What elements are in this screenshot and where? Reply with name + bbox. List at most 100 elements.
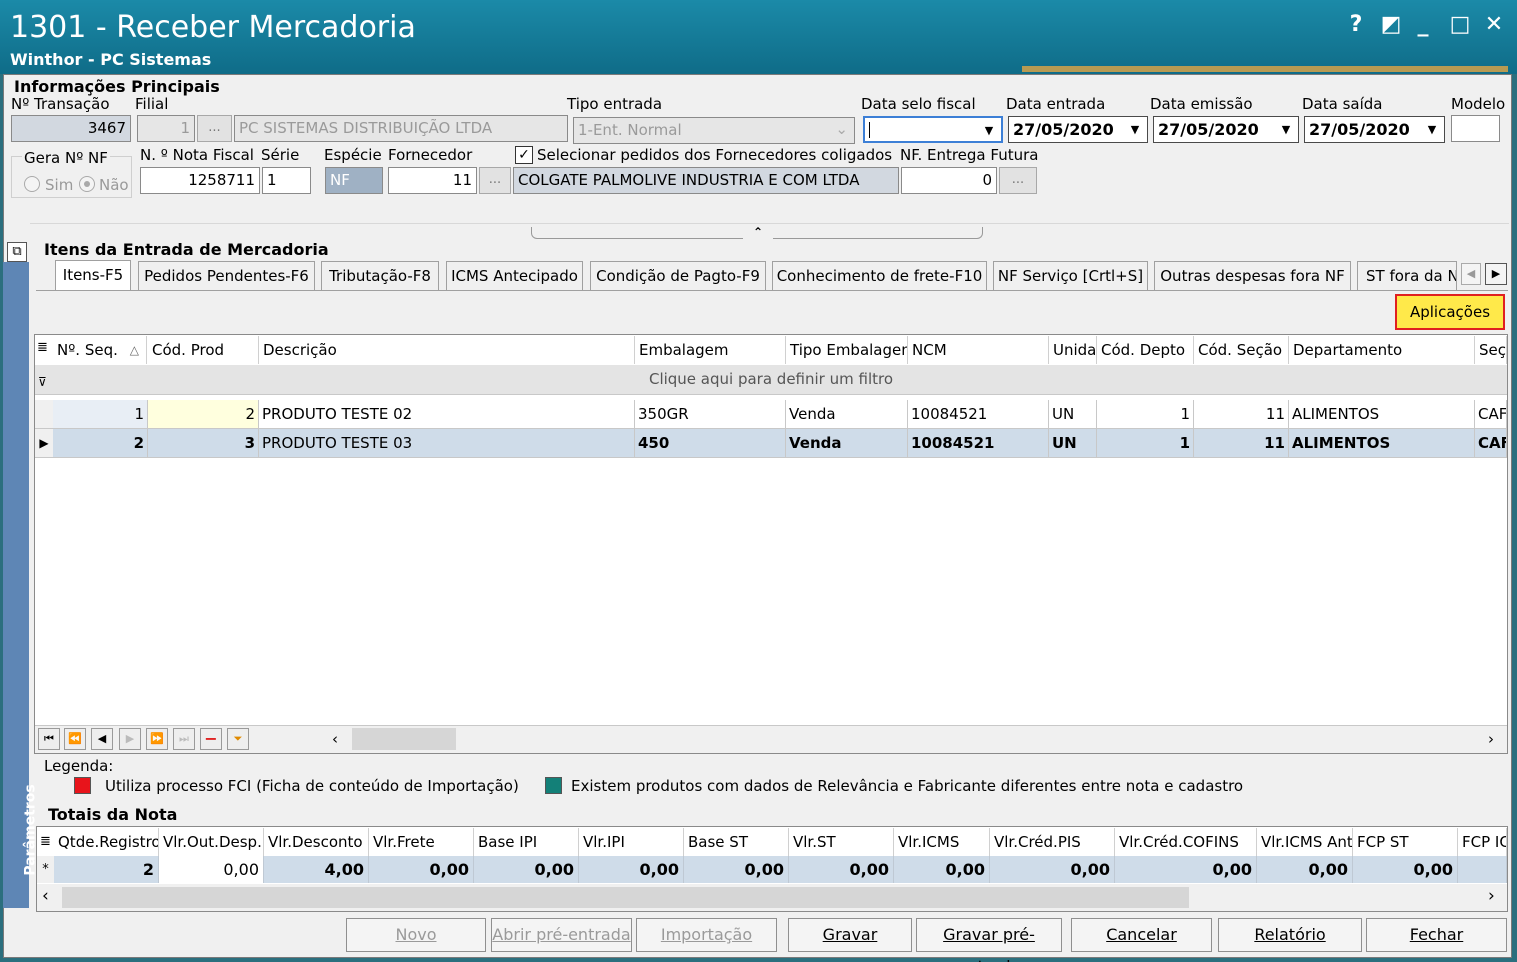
data-emissao-field[interactable]: 27/05/2020 ▼: [1153, 116, 1299, 143]
col-header-descricao[interactable]: Descrição: [259, 336, 635, 364]
totais-col-header[interactable]: Vlr.Out.Desp.: [159, 828, 264, 856]
tab-nf-servico[interactable]: NF Serviço [Crtl+S]: [993, 261, 1148, 290]
filter-toggle-icon[interactable]: ⏷: [227, 728, 249, 750]
horizontal-scrollbar-thumb[interactable]: [352, 728, 456, 750]
restore-icon[interactable]: ◩: [1376, 10, 1406, 40]
gravar-pre-entrada-button[interactable]: Gravar pré-entrada: [916, 918, 1062, 962]
scroll-right-icon[interactable]: ›: [1488, 730, 1494, 748]
parametros-panel[interactable]: Parâmetros: [3, 262, 39, 908]
totais-col-header[interactable]: Base IPI: [474, 828, 579, 856]
table-cell[interactable]: UN: [1049, 429, 1097, 458]
table-cell[interactable]: CAF: [1475, 400, 1507, 429]
row-current-indicator-icon[interactable]: ▶: [35, 429, 53, 458]
prev-record-icon[interactable]: ◀: [91, 728, 113, 750]
coligados-checkbox[interactable]: ✓: [515, 146, 533, 164]
totais-col-header[interactable]: Vlr.Frete: [369, 828, 474, 856]
table-cell[interactable]: 3: [148, 429, 259, 458]
table-cell[interactable]: 1: [53, 400, 148, 429]
table-cell[interactable]: ALIMENTOS: [1289, 400, 1475, 429]
totais-col-header[interactable]: FCP IC: [1458, 828, 1507, 856]
totais-value[interactable]: 0,00: [579, 856, 684, 883]
chevron-down-icon[interactable]: ▼: [1276, 121, 1296, 139]
totais-col-header[interactable]: Vlr.IPI: [579, 828, 684, 856]
totais-col-header[interactable]: Vlr.ICMS Ant: [1257, 828, 1353, 856]
col-header-cod-secao[interactable]: Cód. Seção: [1194, 336, 1289, 364]
close-icon[interactable]: ✕: [1479, 10, 1509, 40]
totais-value[interactable]: 0,00: [1353, 856, 1458, 883]
nota-field[interactable]: 1258711: [140, 167, 260, 194]
chevron-down-icon[interactable]: ▼: [1422, 121, 1442, 139]
tab-conhecimento-frete[interactable]: Conhecimento de frete-F10: [772, 261, 987, 290]
radio-sim[interactable]: [24, 176, 40, 192]
col-header-departamento[interactable]: Departamento: [1289, 336, 1475, 364]
tipo-entrada-select[interactable]: 1-Ent. Normal ⌄: [573, 117, 855, 144]
last-record-icon[interactable]: ⏭: [173, 728, 195, 750]
totais-value[interactable]: 0,00: [159, 856, 264, 883]
totais-value[interactable]: [1458, 856, 1507, 883]
tab-scroll-left-icon[interactable]: ◀: [1461, 263, 1481, 285]
table-cell[interactable]: Venda: [786, 429, 908, 458]
table-cell[interactable]: 10084521: [908, 400, 1049, 429]
table-cell[interactable]: 1: [1097, 400, 1194, 429]
gravar-button[interactable]: Gravar: [788, 918, 912, 952]
totais-col-header[interactable]: Vlr.ST: [789, 828, 894, 856]
totais-value[interactable]: 0,00: [474, 856, 579, 883]
table-cell[interactable]: 11: [1194, 400, 1289, 429]
table-cell[interactable]: ALIMENTOS: [1289, 429, 1475, 458]
col-header-unidade[interactable]: Unida: [1049, 336, 1097, 364]
table-cell[interactable]: PRODUTO TESTE 02: [259, 400, 635, 429]
data-selo-field[interactable]: ▼: [863, 116, 1003, 143]
table-cell[interactable]: 1: [1097, 429, 1194, 458]
minimize-icon[interactable]: _: [1408, 10, 1438, 40]
tab-itens[interactable]: Itens-F5: [55, 260, 131, 291]
totais-value[interactable]: 0,00: [894, 856, 990, 883]
table-cell[interactable]: PRODUTO TESTE 03: [259, 429, 635, 458]
totais-col-header[interactable]: Vlr.Desconto: [264, 828, 369, 856]
table-cell[interactable]: 2: [148, 400, 259, 429]
especie-field[interactable]: NF: [325, 167, 383, 194]
totais-value[interactable]: 0,00: [684, 856, 789, 883]
totais-scrollbar-thumb[interactable]: [62, 887, 1189, 908]
table-cell[interactable]: 350GR: [635, 400, 786, 429]
fornecedor-field[interactable]: 11: [388, 167, 477, 194]
table-cell[interactable]: 450: [635, 429, 786, 458]
col-header-cod-depto[interactable]: Cód. Depto: [1097, 336, 1194, 364]
totais-value[interactable]: 0,00: [1257, 856, 1353, 883]
table-cell[interactable]: UN: [1049, 400, 1097, 429]
tab-pedidos-pendentes[interactable]: Pedidos Pendentes-F6: [138, 261, 315, 290]
totais-col-header[interactable]: Vlr.Créd.COFINS: [1115, 828, 1257, 856]
totais-value[interactable]: 0,00: [369, 856, 474, 883]
totais-value[interactable]: 0,00: [990, 856, 1115, 883]
filial-search-button[interactable]: ...: [197, 115, 232, 142]
scroll-left-icon[interactable]: ‹: [42, 886, 49, 906]
column-chooser-icon[interactable]: ≣: [40, 834, 51, 849]
totais-col-header[interactable]: Vlr.Créd.PIS: [990, 828, 1115, 856]
abrir-pre-entrada-button[interactable]: Abrir pré-entrada: [491, 918, 632, 952]
chevron-up-icon[interactable]: ⌃: [743, 225, 773, 239]
totais-value[interactable]: 0,00: [789, 856, 894, 883]
row-indicator[interactable]: [35, 400, 53, 429]
scroll-left-icon[interactable]: ‹: [332, 730, 338, 748]
col-header-tipo-embalagem[interactable]: Tipo Embalagem: [786, 336, 908, 364]
nf-futura-search-button[interactable]: ...: [999, 167, 1037, 194]
col-header-cod-prod[interactable]: Cód. Prod: [148, 336, 259, 364]
totais-value[interactable]: 2: [54, 856, 159, 883]
aplicacoes-button[interactable]: Aplicações: [1395, 294, 1505, 330]
transacao-field[interactable]: 3467: [11, 115, 131, 142]
filter-icon[interactable]: ⊽: [38, 375, 47, 389]
help-icon[interactable]: ?: [1341, 10, 1371, 40]
table-cell[interactable]: Venda: [786, 400, 908, 429]
tab-outras-despesas[interactable]: Outras despesas fora NF: [1154, 261, 1351, 290]
restore-panel-icon[interactable]: ⧉: [7, 242, 27, 262]
filter-row[interactable]: Clique aqui para definir um filtro: [35, 365, 1507, 395]
col-header-ncm[interactable]: NCM: [908, 336, 1049, 364]
next-record-icon[interactable]: ▶: [119, 728, 141, 750]
totais-value[interactable]: 4,00: [264, 856, 369, 883]
tab-st-fora[interactable]: ST fora da N: [1357, 261, 1457, 290]
fechar-button[interactable]: Fechar: [1366, 918, 1507, 952]
scroll-right-icon[interactable]: ›: [1488, 886, 1495, 906]
data-entrada-field[interactable]: 27/05/2020 ▼: [1008, 116, 1148, 143]
maximize-icon[interactable]: □: [1445, 10, 1475, 40]
serie-field[interactable]: 1: [262, 167, 311, 194]
table-cell[interactable]: 11: [1194, 429, 1289, 458]
